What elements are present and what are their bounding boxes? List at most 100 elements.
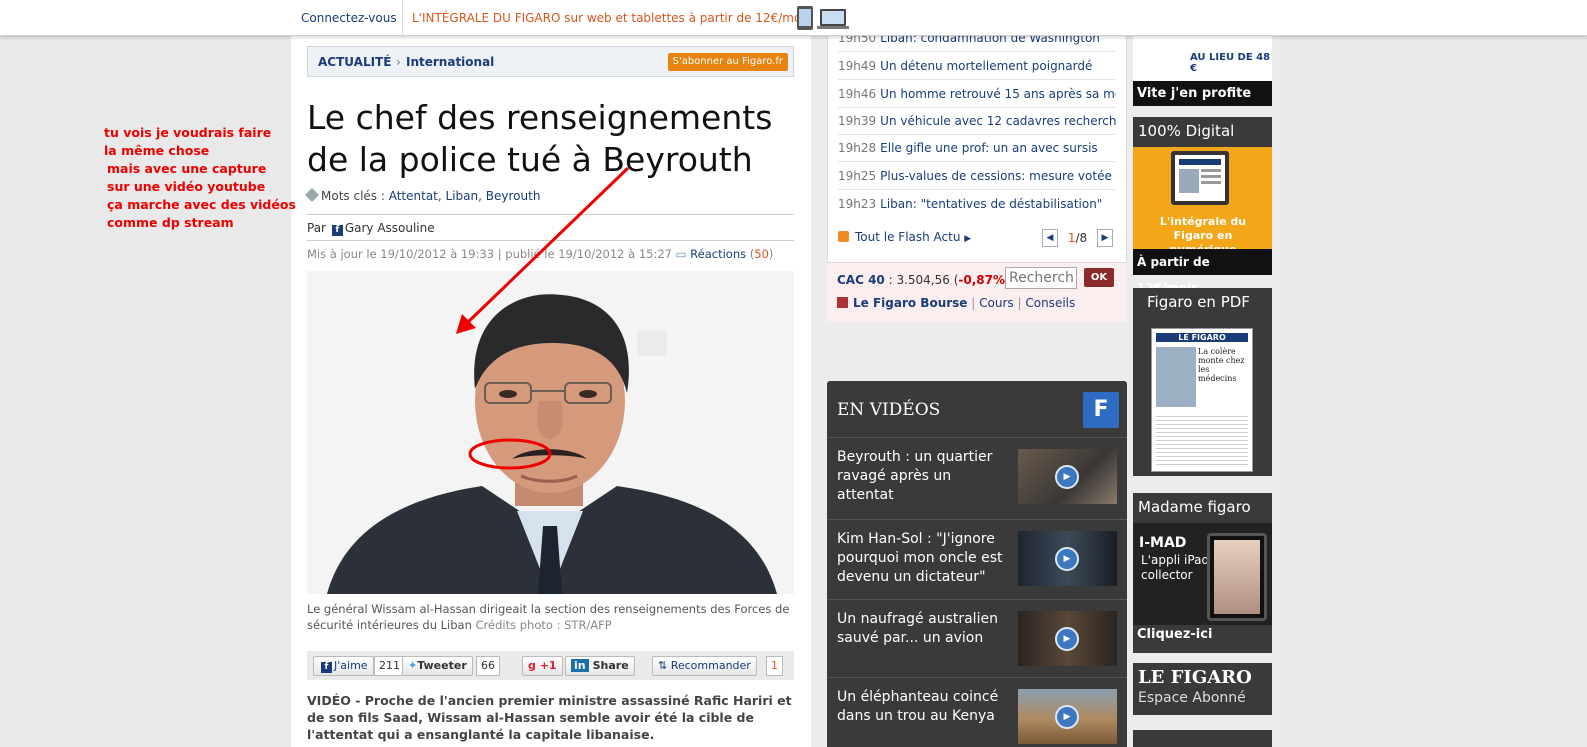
flash-headline[interactable]: Un homme retrouvé 15 ans après sa mort	[880, 87, 1116, 101]
videos-title: EN VIDÉOS	[837, 400, 941, 420]
conseils-link[interactable]: Conseils	[1025, 296, 1075, 310]
article-headline: Le chef des renseignements de la police …	[307, 98, 773, 179]
madame-cta[interactable]: Cliquez-ici	[1133, 627, 1212, 642]
video-thumbnail[interactable]: ▶	[1018, 531, 1117, 586]
flash-pager: ◀ 1/8 ▶	[1042, 229, 1113, 247]
devices-icon[interactable]	[796, 4, 850, 32]
recommend-label: Recommander	[670, 659, 751, 672]
tag-link[interactable]: Attentat	[389, 189, 438, 203]
ipad-icon	[1207, 533, 1267, 621]
flash-all-link[interactable]: Tout le Flash Actu ▶	[838, 230, 971, 244]
bourse-link[interactable]: Le Figaro Bourse	[853, 296, 967, 310]
video-title[interactable]: Un éléphanteau coincé dans un trou au Ke…	[837, 688, 1012, 726]
subscriber-space[interactable]: LE FIGARO Espace Abonné	[1133, 663, 1272, 715]
pdf-title: Figaro en PDF	[1147, 293, 1250, 311]
reactions-link[interactable]: Réactions	[690, 247, 746, 261]
play-icon[interactable]: ▶	[1055, 547, 1079, 571]
flash-all-label[interactable]: Tout le Flash Actu	[855, 230, 960, 244]
reactions-count[interactable]: 50	[754, 247, 769, 261]
videos-box: EN VIDÉOS F Beyrouth : un quartier ravag…	[827, 381, 1127, 747]
byline: Par f Gary Assouline	[307, 221, 435, 236]
chevron-right-icon: ▶	[964, 234, 972, 244]
portrait-image	[307, 271, 794, 594]
video-thumbnail[interactable]: ▶	[1018, 689, 1117, 744]
breadcrumb-subsection[interactable]: International	[406, 55, 494, 69]
flash-headline[interactable]: Un détenu mortellement poignardé	[880, 59, 1092, 73]
facebook-icon: f	[321, 662, 332, 673]
annotation-line: mais avec une capture	[107, 161, 267, 176]
digital-illustration: L'intégrale du Figaro en numérique	[1133, 147, 1272, 256]
play-icon[interactable]: ▶	[1055, 465, 1079, 489]
prev-page-button[interactable]: ◀	[1042, 229, 1058, 247]
rss-icon[interactable]	[838, 231, 849, 242]
video-thumbnail[interactable]: ▶	[1018, 449, 1117, 504]
facebook-like-button[interactable]: f J'aime	[313, 656, 374, 676]
stock-search-ok-button[interactable]: OK	[1084, 268, 1114, 287]
offer-cta[interactable]: Vite j'en profite	[1133, 81, 1272, 106]
flash-item[interactable]: 19h23 Liban: "tentatives de déstabilisati…	[838, 191, 1116, 218]
flash-headline[interactable]: Plus-values de cessions: mesure votée	[880, 169, 1112, 183]
cac40-label[interactable]: CAC 40	[837, 273, 885, 287]
flash-item[interactable]: 19h49 Un détenu mortellement poignardé	[838, 53, 1116, 80]
pdf-offer[interactable]: Figaro en PDF LE FIGARO La colère monte …	[1133, 288, 1272, 476]
flash-headline[interactable]: Liban: "tentatives de déstabilisation"	[880, 197, 1102, 211]
tweet-count: 66	[476, 656, 500, 676]
video-title[interactable]: Un naufragé australien sauvé par... un a…	[837, 610, 1012, 648]
figaro-video-logo[interactable]: F	[1083, 392, 1119, 428]
video-item[interactable]: Un naufragé australien sauvé par... un a…	[827, 599, 1127, 675]
video-thumbnail[interactable]: ▶	[1018, 611, 1117, 666]
next-page-button[interactable]: ▶	[1096, 229, 1113, 247]
cac40-quote: CAC 40 : 3.504,56 (-0,87%)	[837, 273, 1010, 287]
digital-cta[interactable]: À partir de 12€/mois	[1133, 249, 1272, 295]
flash-item[interactable]: 19h25 Plus-values de cessions: mesure vot…	[838, 163, 1116, 190]
tags-label: Mots clés :	[321, 189, 385, 203]
digital-offer[interactable]: 100% Digital L'intégrale du Figaro en nu…	[1133, 117, 1272, 295]
login-link[interactable]: Connectez-vous	[301, 11, 397, 25]
recommend-button[interactable]: ⇅ Recommander	[652, 656, 757, 676]
breadcrumb-separator: ›	[396, 55, 401, 69]
bourse-icon	[837, 297, 848, 308]
flash-headline[interactable]: Elle gifle une prof: un an avec sursis	[880, 141, 1098, 155]
recommend-icon: ⇅	[658, 659, 668, 672]
play-icon[interactable]: ▶	[1055, 627, 1079, 651]
flash-item[interactable]: 19h28 Elle gifle une prof: un an avec sur…	[838, 135, 1116, 162]
google-plus-button[interactable]: g +1	[522, 656, 563, 676]
video-title[interactable]: Beyrouth : un quartier ravagé après un a…	[837, 448, 1012, 505]
breadcrumb-section[interactable]: ACTUALITÉ	[318, 55, 391, 69]
annotation-note: tu vois je voudrais faire la même chose …	[104, 124, 296, 232]
tag-link[interactable]: Beyrouth	[486, 189, 541, 203]
flash-headline[interactable]: Un véhicule avec 12 cadavres recherché	[880, 114, 1116, 128]
article-photo[interactable]	[307, 271, 794, 594]
tag-link[interactable]: Liban	[446, 189, 479, 203]
video-item[interactable]: Kim Han-Sol : "J'ignore pourquoi mon onc…	[827, 519, 1127, 595]
tweet-button[interactable]: ✦Tweeter	[402, 656, 473, 676]
page-total: /8	[1075, 230, 1088, 245]
video-item[interactable]: Beyrouth : un quartier ravagé après un a…	[827, 437, 1127, 513]
subscription-promo-link[interactable]: L'INTÉGRALE DU FIGARO sur web et tablett…	[412, 11, 811, 25]
madame-app: I-MAD	[1139, 535, 1187, 551]
breadcrumb: ACTUALITÉ › International S'abonner au F…	[307, 46, 794, 77]
stock-search-input[interactable]	[1005, 267, 1077, 289]
flash-item[interactable]: 19h46 Un homme retrouvé 15 ans après sa m…	[838, 81, 1116, 108]
article-lead: VIDÉO - Proche de l'ancien premier minis…	[307, 693, 792, 742]
linkedin-share-button[interactable]: in Share	[565, 656, 635, 676]
annotation-line: la même chose	[104, 143, 210, 158]
divider	[402, 0, 403, 36]
digital-title: 100% Digital	[1138, 122, 1235, 140]
market-box: CAC 40 : 3.504,56 (-0,87%) OK Le Figaro …	[827, 262, 1127, 322]
tablet-icon	[1171, 151, 1229, 205]
subscribe-button[interactable]: S'abonner au Figaro.fr	[667, 53, 788, 71]
share-bar: f J'aime 211 ✦Tweeter 66 g +1 in Share ⇅ R…	[307, 651, 794, 680]
pdf-headline: La colère monte chez les médecins	[1198, 347, 1245, 383]
byline-prefix: Par	[307, 221, 326, 235]
author-name[interactable]: Gary Assouline	[345, 221, 435, 235]
video-title[interactable]: Kim Han-Sol : "J'ignore pourquoi mon onc…	[837, 530, 1012, 587]
flash-item[interactable]: 19h39 Un véhicule avec 12 cadavres recher…	[838, 108, 1116, 135]
cours-link[interactable]: Cours	[979, 296, 1014, 310]
next-promo-box	[1133, 730, 1272, 747]
video-item[interactable]: Un éléphanteau coincé dans un trou au Ke…	[827, 677, 1127, 747]
pdf-front-page[interactable]: LE FIGARO La colère monte chez les médec…	[1151, 328, 1253, 472]
play-icon[interactable]: ▶	[1055, 705, 1079, 729]
madame-figaro-promo[interactable]: Madame figaro I-MAD L'appli iPad collect…	[1133, 493, 1272, 653]
madame-desc: L'appli iPad collector	[1141, 553, 1210, 582]
